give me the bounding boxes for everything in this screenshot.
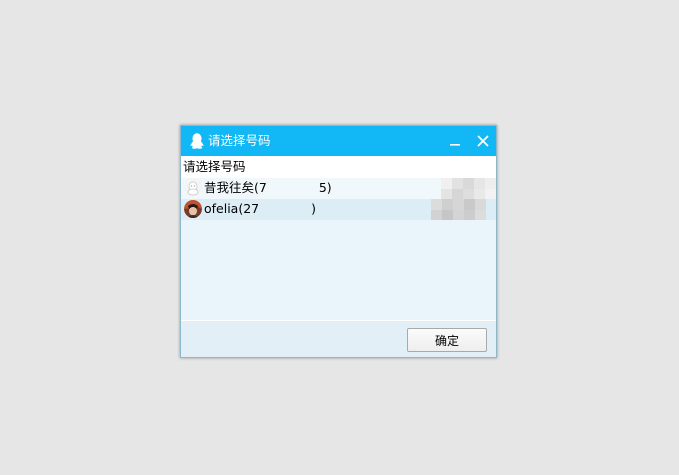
account-list: 昔我往矣(7 5) ofelia(27) [181, 178, 496, 220]
account-row-1[interactable]: 昔我往矣(7 5) [181, 178, 496, 199]
account-row-2[interactable]: ofelia(27) [181, 199, 496, 220]
select-account-dialog: 请选择号码 请选择号码 昔我往矣(7 5) ofelia(27) 确定 [180, 125, 497, 358]
prompt-label: 请选择号码 [183, 159, 246, 174]
photo-avatar-icon [184, 200, 202, 218]
redacted-mosaic [441, 178, 501, 199]
account-label: 昔我往矣(7 5) [204, 180, 332, 195]
ok-button[interactable]: 确定 [407, 328, 487, 352]
account-label: ofelia(27) [204, 201, 317, 216]
dialog-footer: 确定 [181, 320, 496, 357]
close-icon [477, 135, 489, 147]
dialog-title: 请选择号码 [208, 133, 271, 148]
title-bar[interactable]: 请选择号码 [181, 126, 496, 156]
prompt-bar: 请选择号码 [181, 156, 496, 178]
redacted-mosaic [431, 199, 491, 220]
minimize-icon [450, 144, 460, 146]
minimize-button[interactable] [445, 131, 465, 151]
default-avatar-icon [184, 179, 202, 197]
close-button[interactable] [473, 131, 493, 151]
qq-penguin-icon [190, 133, 204, 149]
